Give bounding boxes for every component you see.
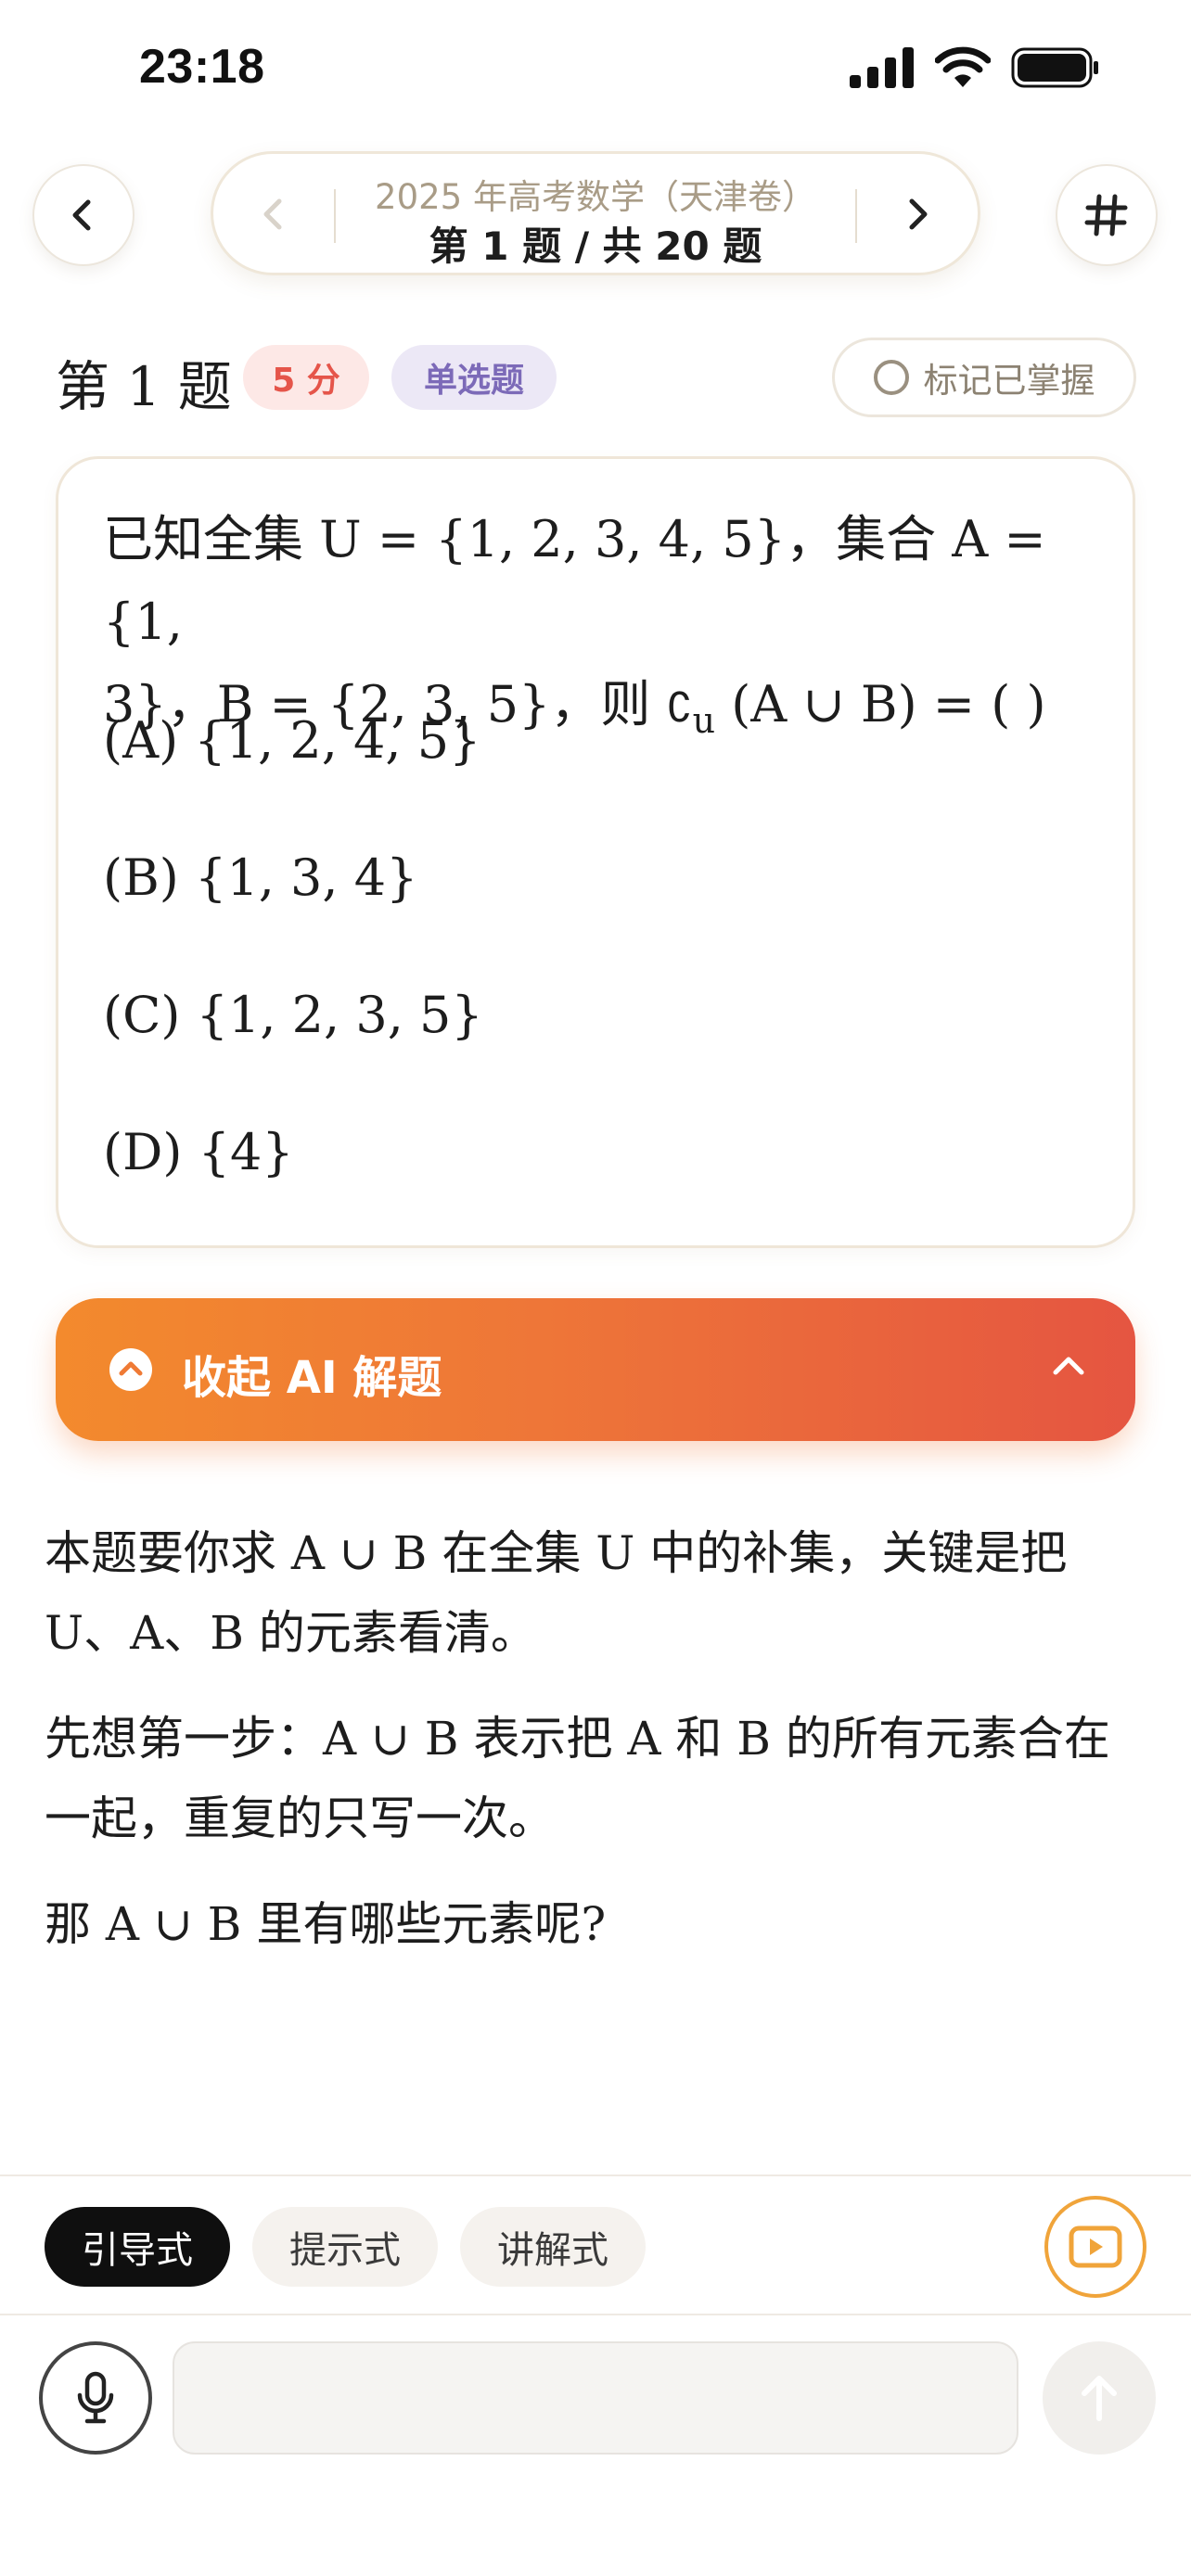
app-screen: 23:18 2025 年高考数学（天津卷） 第 1 题 / 共 20 题 第 1… — [0, 0, 1191, 2576]
mark-mastered-button[interactable]: 标记已掌握 — [832, 338, 1136, 417]
option-d[interactable]: (D) {4} — [103, 1123, 294, 1181]
divider — [0, 2174, 1191, 2176]
hash-icon — [1084, 194, 1128, 236]
question-navigator: 2025 年高考数学（天津卷） 第 1 题 / 共 20 题 — [211, 151, 980, 275]
score-badge: 5 分 — [243, 345, 369, 410]
option-a[interactable]: (A) {1, 2, 4, 5} — [103, 711, 480, 770]
stem-text: (A ∪ B) = ( ) — [715, 675, 1046, 733]
ai-solve-toggle[interactable]: 收起 AI 解题 — [56, 1298, 1135, 1441]
explanation-paragraph: 先想第一步：A ∪ B 表示把 A 和 B 的所有元素合在一起，重复的只写一次。 — [45, 1712, 1110, 1845]
ai-solve-label: 收起 AI 解题 — [182, 1352, 442, 1404]
back-button[interactable] — [32, 164, 134, 266]
divider — [0, 2314, 1191, 2315]
video-play-icon — [1069, 2225, 1122, 2268]
question-list-button[interactable] — [1056, 164, 1158, 266]
exam-title: 2025 年高考数学（天津卷） — [375, 177, 816, 217]
complement-symbol: ∁ — [666, 684, 693, 732]
question-progress: 第 1 题 / 共 20 题 — [429, 223, 762, 269]
send-button[interactable] — [1043, 2341, 1156, 2455]
explanation-paragraph: 本题要你求 A ∪ B 在全集 U 中的补集，关键是把 U、A、B 的元素看清。 — [45, 1526, 1068, 1660]
option-c[interactable]: (C) {1, 2, 3, 5} — [103, 986, 483, 1044]
complement-subscript: u — [692, 699, 716, 741]
question-type-badge: 单选题 — [391, 345, 557, 410]
stem-line: 已知全集 U = {1, 2, 3, 4, 5}，集合 A = {1, — [103, 510, 1046, 651]
voice-input-button[interactable] — [39, 2341, 152, 2455]
explanation-paragraph: 那 A ∪ B 里有哪些元素呢? — [45, 1897, 607, 1951]
status-icons — [850, 46, 1100, 89]
chat-input[interactable] — [173, 2341, 1018, 2455]
status-bar: 23:18 — [0, 0, 1191, 139]
arrow-up-icon — [1082, 2376, 1117, 2421]
collapse-circle-icon — [109, 1348, 152, 1391]
chevron-right-icon — [909, 198, 928, 230]
status-time: 23:18 — [139, 40, 265, 94]
divider — [855, 189, 857, 243]
mode-tab-hint[interactable]: 提示式 — [252, 2207, 438, 2287]
wifi-icon — [935, 46, 991, 87]
chevron-up-icon — [1053, 1357, 1084, 1375]
question-number: 第 1 题 — [56, 355, 232, 418]
video-button[interactable] — [1044, 2196, 1146, 2298]
circle-icon — [873, 360, 909, 395]
mode-tab-guided[interactable]: 引导式 — [45, 2207, 230, 2287]
chevron-left-icon — [72, 199, 91, 231]
question-card: 已知全集 U = {1, 2, 3, 4, 5}，集合 A = {1, 3}，B… — [56, 456, 1135, 1248]
microphone-icon — [77, 2371, 114, 2424]
cellular-signal-icon — [850, 47, 914, 88]
next-question-button[interactable] — [885, 182, 950, 247]
mark-mastered-label: 标记已掌握 — [923, 361, 1095, 401]
option-b[interactable]: (B) {1, 3, 4} — [103, 848, 417, 907]
battery-icon — [1011, 47, 1098, 88]
mode-tab-explain[interactable]: 讲解式 — [460, 2207, 646, 2287]
